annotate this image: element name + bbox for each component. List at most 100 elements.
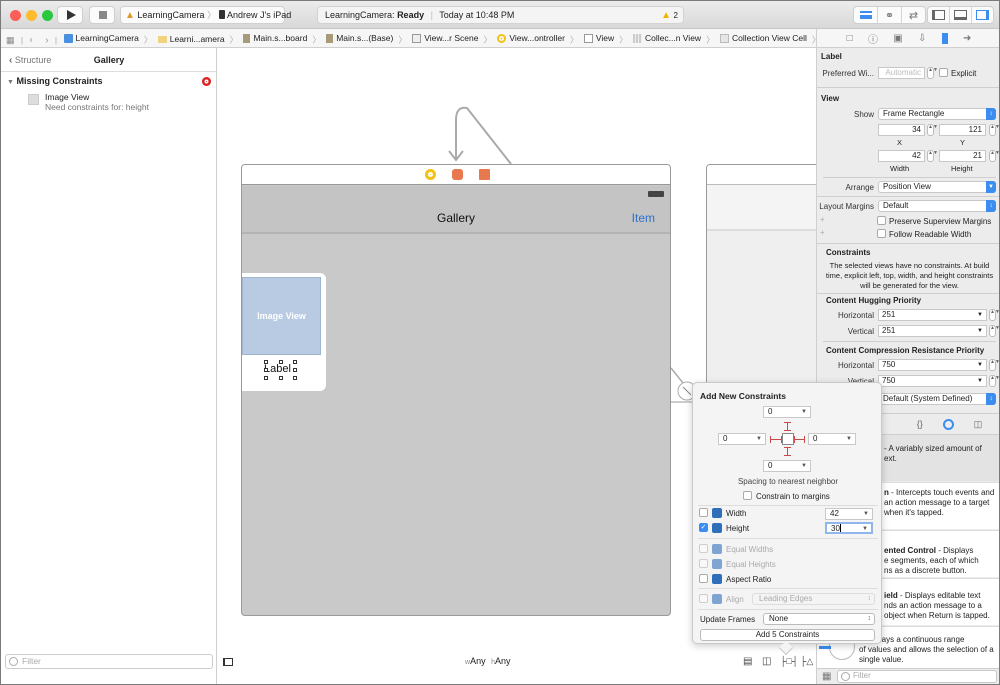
minimize-window-button[interactable] [26, 10, 37, 21]
hugging-h-stepper[interactable]: ▲▼ [989, 309, 999, 321]
scheme-selector[interactable]: ▲ LearningCamera 〉 Andrew J's iPad [120, 6, 291, 24]
crumb-view-controller[interactable]: View...ontroller [497, 29, 565, 47]
align-checkbox[interactable] [699, 594, 708, 603]
add-constraints-button[interactable]: Add 5 Constraints [700, 629, 875, 641]
add-variation-icon[interactable]: + [820, 215, 825, 224]
library-filter-input[interactable]: Filter [837, 670, 997, 683]
x-stepper[interactable]: ▲▼ [927, 124, 938, 136]
arrange-popup[interactable]: Position View ▼ [878, 181, 996, 193]
crumb-group[interactable]: Learni...amera [157, 30, 225, 47]
exit-icon[interactable] [479, 169, 490, 180]
layout-margins-popup[interactable]: Default ↕ [878, 200, 996, 212]
y-stepper[interactable]: ▲▼ [989, 124, 999, 136]
crumb-collection-view[interactable]: Collec...n View [633, 29, 701, 47]
height-constraint-field[interactable]: 30 ▼ [825, 522, 873, 534]
preferred-width-field[interactable]: Automatic [878, 67, 925, 79]
preferred-width-stepper[interactable]: ▲▼ [927, 67, 938, 79]
back-button[interactable]: ‹ [29, 35, 32, 46]
resize-handle[interactable] [293, 360, 297, 364]
crumb-collection-view-cell[interactable]: Collection View Cell [719, 29, 807, 47]
object-library-icon[interactable] [942, 418, 954, 430]
hugging-v-stepper[interactable]: ▲▼ [989, 325, 999, 337]
resize-handle[interactable] [264, 368, 268, 372]
trailing-spacing-field[interactable]: 0 ▼ [808, 433, 856, 445]
compression-v-field[interactable]: 750 ▼ [878, 375, 987, 387]
toggle-debug-button[interactable] [950, 7, 972, 23]
resize-handle[interactable] [279, 360, 283, 364]
nav-title[interactable]: Gallery [242, 211, 670, 225]
view-controller-icon[interactable] [425, 169, 436, 180]
file-inspector-icon[interactable]: □ [847, 33, 853, 44]
show-popup[interactable]: Frame Rectangle ↕ [878, 108, 996, 120]
library-grid-toggle-icon[interactable]: ▦ [822, 671, 831, 682]
zoom-window-button[interactable] [42, 10, 53, 21]
height-checkbox[interactable]: ✓ [699, 523, 708, 532]
connections-inspector-icon[interactable]: ➜ [963, 33, 971, 44]
equal-heights-checkbox[interactable] [699, 559, 708, 568]
gallery-scene[interactable]: Gallery Item Image View Label [241, 164, 671, 616]
close-window-button[interactable] [10, 10, 21, 21]
first-responder-icon[interactable] [452, 169, 463, 180]
nav-bar-item-button[interactable]: Item [632, 211, 655, 225]
stack-button[interactable]: ▤ [743, 656, 752, 667]
disclosure-triangle-icon[interactable]: ▼ [7, 79, 14, 86]
error-icon[interactable] [202, 77, 211, 86]
resize-handle[interactable] [293, 376, 297, 380]
toggle-inspector-button[interactable] [972, 7, 993, 23]
width-checkbox[interactable] [699, 508, 708, 517]
cell-label[interactable]: Label [264, 363, 291, 375]
hugging-v-field[interactable]: 251 ▼ [878, 325, 987, 337]
related-items-icon[interactable]: ▦ [6, 35, 15, 45]
size-inspector-icon[interactable] [941, 32, 948, 44]
hugging-h-field[interactable]: 251 ▼ [878, 309, 987, 321]
resize-handle[interactable] [264, 360, 268, 364]
constrain-margins-checkbox[interactable] [743, 491, 752, 500]
navigation-bar[interactable]: Gallery Item [242, 186, 670, 234]
identity-inspector-icon[interactable]: ▣ [893, 33, 902, 44]
explicit-checkbox[interactable] [939, 68, 948, 77]
toggle-outline-icon[interactable] [223, 658, 233, 666]
equal-widths-checkbox[interactable] [699, 544, 708, 553]
width-stepper[interactable]: ▲▼ [927, 150, 938, 162]
issue-item[interactable]: Image View Need constraints for: height [28, 92, 149, 112]
height-field[interactable]: 21 [939, 150, 986, 162]
resize-handle[interactable] [264, 376, 268, 380]
collection-view-cell[interactable]: Image View Label [242, 273, 326, 391]
crumb-project[interactable]: LearningCamera [63, 29, 139, 47]
height-stepper[interactable]: ▲▼ [989, 150, 999, 162]
compression-h-stepper[interactable]: ▲▼ [989, 359, 999, 371]
resize-handle[interactable] [279, 376, 283, 380]
align-button[interactable]: ◫ [762, 656, 771, 667]
readable-width-checkbox[interactable] [877, 229, 886, 238]
size-class-control[interactable]: wAny hAny [465, 656, 511, 666]
outline-filter-input[interactable]: Filter [5, 654, 213, 669]
bottom-spacing-field[interactable]: 0 ▼ [763, 460, 811, 472]
help-inspector-icon[interactable]: ⓘ [868, 31, 878, 46]
preserve-margins-checkbox[interactable] [877, 216, 886, 225]
attributes-inspector-icon[interactable]: ⇩ [918, 33, 926, 44]
run-button[interactable] [57, 6, 83, 24]
crumb-view[interactable]: View [583, 29, 614, 47]
width-constraint-field[interactable]: 42 ▼ [825, 508, 873, 520]
resolve-issues-button[interactable]: ├△ [800, 656, 813, 667]
code-snippet-library-icon[interactable]: {} [917, 419, 923, 429]
leading-spacing-field[interactable]: 0 ▼ [718, 433, 766, 445]
missing-constraints-section[interactable]: ▼ Missing Constraints [7, 76, 102, 86]
image-view[interactable]: Image View [242, 277, 321, 355]
pin-button[interactable]: ├□┤ [780, 656, 798, 666]
aspect-ratio-checkbox[interactable] [699, 574, 708, 583]
version-editor-button[interactable]: ⇄ [902, 7, 925, 23]
stop-button[interactable] [89, 6, 115, 24]
align-popup[interactable]: Leading Edges ↕ [752, 593, 875, 605]
resize-handle[interactable] [293, 368, 297, 372]
toggle-navigator-button[interactable] [928, 7, 950, 23]
add-variation-icon[interactable]: + [820, 228, 825, 237]
update-frames-popup[interactable]: None ↕ [763, 613, 875, 625]
crumb-storyboard-base[interactable]: Main.s...(Base) [326, 29, 393, 47]
standard-editor-button[interactable] [854, 7, 878, 23]
x-field[interactable]: 34 [878, 124, 925, 136]
compression-h-field[interactable]: 750 ▼ [878, 359, 987, 371]
intrinsic-size-popup[interactable]: Default (System Defined) ↕ [878, 393, 996, 405]
forward-button[interactable]: › [45, 35, 48, 46]
y-field[interactable]: 121 [939, 124, 986, 136]
